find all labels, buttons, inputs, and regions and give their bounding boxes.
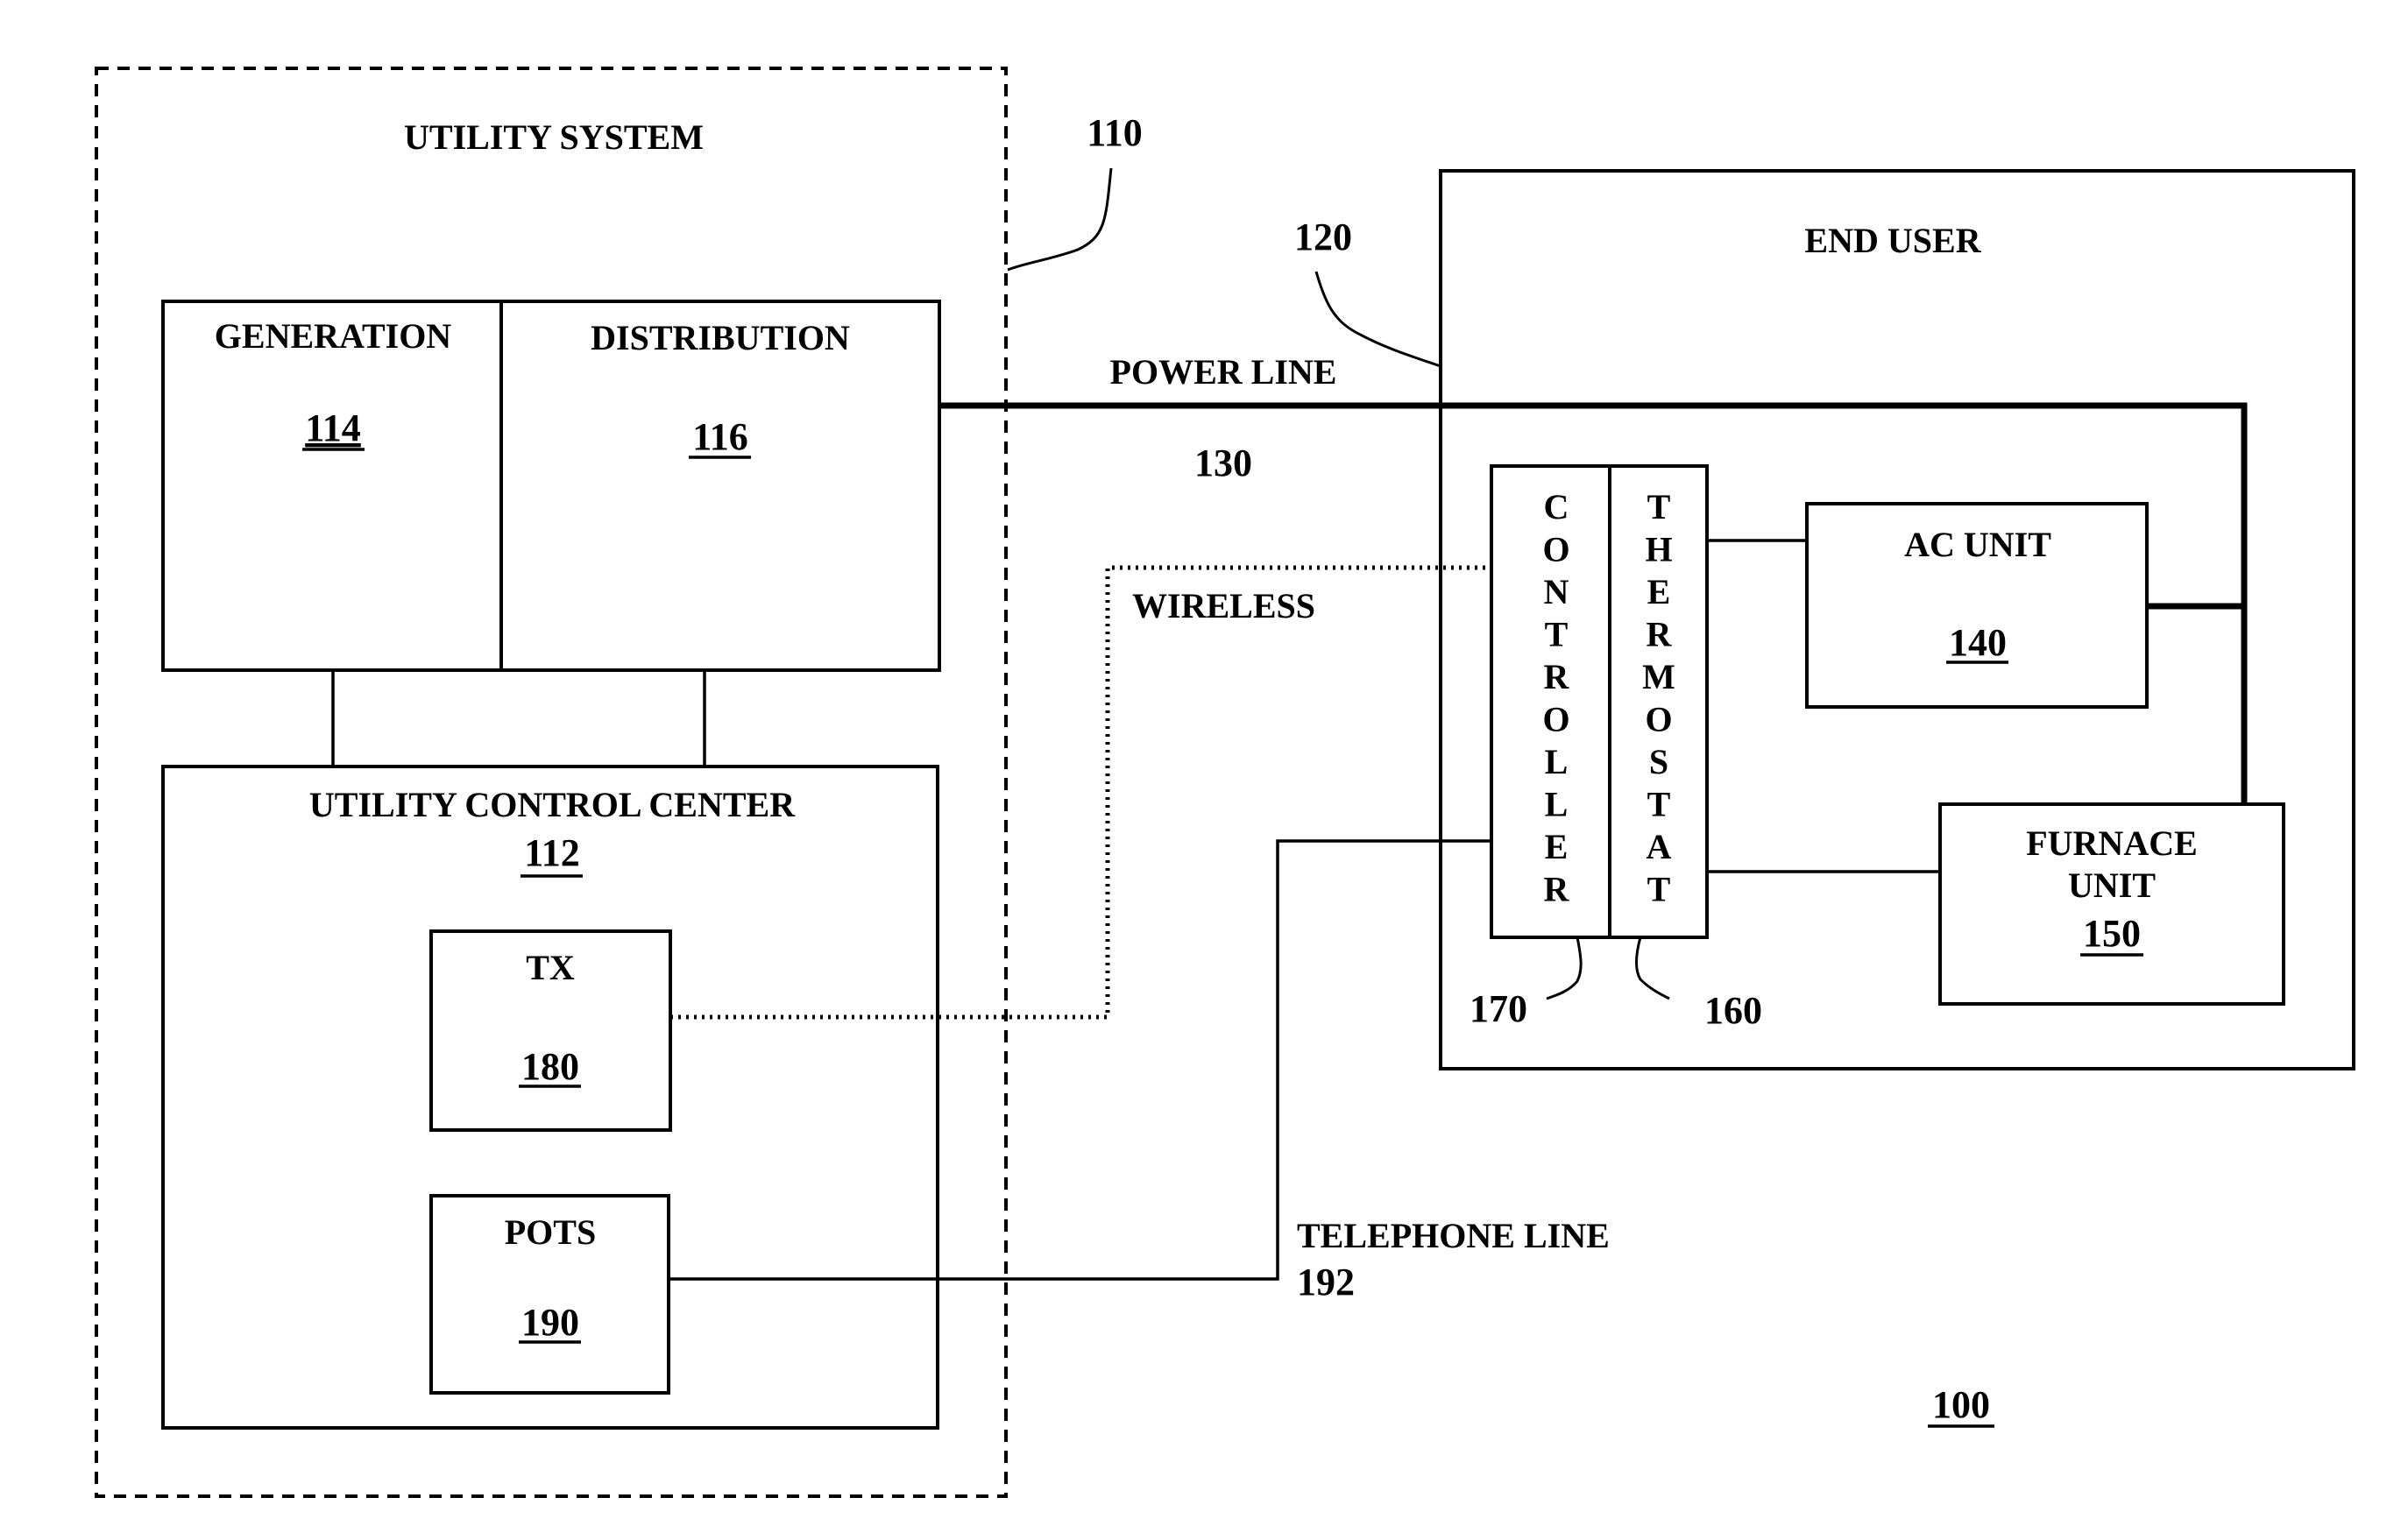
controller-letter: N xyxy=(1544,572,1569,611)
controller-ref-leader xyxy=(1546,936,1583,1000)
utility-system-ref-leader xyxy=(1007,167,1113,272)
tx-label: TX xyxy=(526,948,575,987)
pots-label: POTS xyxy=(505,1212,596,1252)
distribution-label: DISTRIBUTION xyxy=(591,318,850,357)
controller-letter: R xyxy=(1544,870,1570,909)
controller-letter: C xyxy=(1544,487,1569,526)
furnace-ref: 150 xyxy=(2083,912,2141,955)
thermostat-letter: R xyxy=(1647,615,1673,654)
utility-system-ref: 110 xyxy=(1087,111,1143,154)
power-line-label: POWER LINE xyxy=(1110,352,1337,392)
telephone-line xyxy=(669,839,1491,1281)
thermostat-label: THERMOSTAT xyxy=(1642,487,1675,909)
controller-letter: L xyxy=(1545,742,1569,781)
end-user-ref: 120 xyxy=(1294,215,1352,258)
generation-ref: 114 xyxy=(305,406,361,449)
tx-ref: 180 xyxy=(521,1045,579,1088)
controller-letter: O xyxy=(1542,700,1569,739)
wireless-label: WIRELESS xyxy=(1132,586,1315,625)
thermostat-letter: O xyxy=(1645,700,1672,739)
telephone-line-ref: 192 xyxy=(1297,1261,1355,1303)
utility-system-boundary xyxy=(95,67,1008,1498)
end-user-title: END USER xyxy=(1804,221,1981,260)
control-center-ref: 112 xyxy=(524,831,580,874)
controller-thermostat-block xyxy=(1490,464,1709,939)
furnace-label-line2: UNIT xyxy=(2068,865,2156,905)
ac-unit-ref: 140 xyxy=(1949,621,2007,664)
ac-unit-label: AC UNIT xyxy=(1904,525,2051,564)
thermostat-letter: S xyxy=(1649,742,1668,781)
distribution-ref: 116 xyxy=(692,415,748,458)
controller-letter: L xyxy=(1545,785,1569,824)
controller-letter: O xyxy=(1542,530,1569,569)
controller-letter: E xyxy=(1545,827,1569,866)
telephone-line-label: TELEPHONE LINE xyxy=(1297,1216,1610,1255)
thermostat-letter: T xyxy=(1647,487,1671,526)
controller-label: CONTROLLER xyxy=(1542,487,1569,909)
generation-label: GENERATION xyxy=(215,316,452,356)
thermostat-letter: T xyxy=(1647,870,1671,909)
pots-ref: 190 xyxy=(521,1301,579,1344)
figure-reference: 100 xyxy=(1932,1383,1990,1426)
thermostat-letter: E xyxy=(1647,572,1671,611)
utility-system-title: UTILITY SYSTEM xyxy=(404,117,704,157)
thermostat-letter: A xyxy=(1647,827,1672,866)
system-diagram: UTILITY SYSTEM 110 GENERATION 114 DISTRI… xyxy=(95,67,2355,1498)
thermostat-letter: H xyxy=(1645,530,1672,569)
control-center-label: UTILITY CONTROL CENTER xyxy=(309,785,796,824)
thermostat-ref-leader xyxy=(1635,936,1670,1000)
power-line-ref: 130 xyxy=(1194,442,1252,484)
controller-letter: R xyxy=(1544,657,1570,696)
thermostat-letter: M xyxy=(1642,657,1675,696)
end-user-boundary xyxy=(1439,169,2355,1070)
controller-ref: 170 xyxy=(1470,987,1527,1030)
thermostat-letter: T xyxy=(1647,785,1671,824)
thermostat-ref: 160 xyxy=(1704,989,1762,1032)
furnace-label-line1: FURNACE xyxy=(2026,823,2198,863)
controller-letter: T xyxy=(1545,615,1569,654)
